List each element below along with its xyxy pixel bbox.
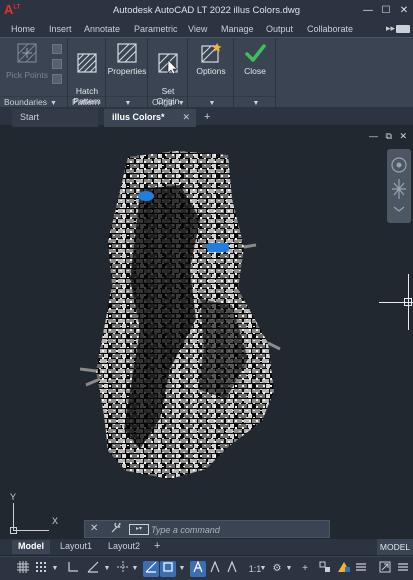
model-space-toggle[interactable]: MODEL xyxy=(377,539,413,555)
pick-points-button[interactable]: Pick Points xyxy=(4,42,50,80)
hatch-pattern-icon xyxy=(77,53,97,73)
status-bar: ▼ ▼ ▼ ▼ 1:1 ▼ ⚙ ▼ + xyxy=(0,556,413,580)
ucs-origin-icon xyxy=(10,527,17,534)
pick-points-icon xyxy=(17,43,37,63)
chevron-down-icon: ▼ xyxy=(50,100,57,107)
tab-annotate[interactable]: Annotate xyxy=(84,24,120,34)
isometric-drafting-icon[interactable] xyxy=(143,561,159,577)
new-drawing-button[interactable]: + xyxy=(204,111,210,123)
command-history-icon[interactable]: ▸▾ xyxy=(129,524,149,535)
close-tab-icon[interactable]: ✕ xyxy=(182,112,190,123)
origin-group: Set Origin Origin ▼ xyxy=(148,38,188,108)
set-origin-icon xyxy=(158,53,178,74)
chevron-down-icon[interactable]: ▼ xyxy=(102,561,112,577)
ribbon-panel: Pick Points Boundaries ▼ Hatch Pattern Pa… xyxy=(0,37,413,108)
chevron-down-icon: ▼ xyxy=(177,100,185,107)
polar-tracking-icon[interactable] xyxy=(86,561,100,577)
select-objects-icon[interactable] xyxy=(52,44,62,54)
grid-icon[interactable] xyxy=(16,561,30,577)
new-layout-button[interactable]: + xyxy=(154,540,160,552)
tab-parametric[interactable]: Parametric xyxy=(134,24,178,34)
ucs-x-label: X xyxy=(52,516,59,526)
chevron-down-icon[interactable]: ▼ xyxy=(284,561,294,577)
tab-view[interactable]: View xyxy=(188,24,207,34)
auto-scale-icon[interactable] xyxy=(208,560,222,577)
document-tab-bar: Start illus Colors* ✕ + xyxy=(0,107,413,127)
properties-icon xyxy=(117,43,137,63)
fullscreen-icon[interactable] xyxy=(378,561,392,577)
gear-icon[interactable]: ⚙ xyxy=(270,561,284,577)
remove-boundary-icon[interactable] xyxy=(52,59,62,69)
ucs-y-label: Y xyxy=(10,492,17,502)
command-line-close-icon[interactable]: ✕ xyxy=(90,523,98,534)
doc-tab-active-label: illus Colors* xyxy=(112,112,165,122)
crosshair-pickbox xyxy=(404,298,412,306)
layout-tab-model[interactable]: Model xyxy=(12,540,50,554)
layout-tab-layout2[interactable]: Layout2 xyxy=(102,540,146,554)
chevron-down-icon[interactable]: ▼ xyxy=(130,561,140,577)
recreate-boundary-icon[interactable] xyxy=(52,74,62,84)
doc-tab-start-label: Start xyxy=(20,112,40,122)
object-snap-icon[interactable] xyxy=(160,561,176,577)
chevron-down-icon[interactable]: ▼ xyxy=(50,561,60,577)
options-icon xyxy=(201,43,222,63)
close-group: Close ▼ xyxy=(234,38,276,108)
drawing-viewport[interactable]: — ⧉ ✕ Y X xyxy=(0,129,413,537)
boundaries-group: Pick Points Boundaries ▼ xyxy=(0,38,68,108)
tab-manage[interactable]: Manage xyxy=(221,24,254,34)
customization-icon[interactable] xyxy=(354,561,368,577)
command-input[interactable] xyxy=(151,523,321,536)
ucs-x-axis xyxy=(13,530,49,531)
tab-insert[interactable]: Insert xyxy=(49,24,72,34)
hardware-acceleration-icon[interactable] xyxy=(336,561,352,577)
pick-points-label: Pick Points xyxy=(5,70,49,80)
pattern-group: Hatch Pattern Pattern xyxy=(68,38,106,108)
checkmark-icon xyxy=(245,44,266,62)
hatched-drawing[interactable] xyxy=(0,129,413,537)
chevron-down-icon[interactable]: ▼ xyxy=(258,561,268,577)
command-line: ✕ ▸▾ xyxy=(84,520,330,538)
close-hatch-editor-button[interactable]: Close xyxy=(235,42,275,76)
boundaries-label: Boundaries xyxy=(4,97,48,107)
tab-output[interactable]: Output xyxy=(266,24,293,34)
properties-button[interactable]: Properties xyxy=(107,42,147,76)
window-title: Autodesk AutoCAD LT 2022 illus Colors.dw… xyxy=(112,5,301,16)
close-window-button[interactable]: ✕ xyxy=(395,0,413,22)
minimize-button[interactable]: — xyxy=(359,0,377,22)
menu-icon[interactable] xyxy=(396,561,410,577)
window-controls: — ☐ ✕ xyxy=(359,0,413,22)
annotation-visibility-icon[interactable] xyxy=(190,560,206,577)
chevron-down-icon: ▼ xyxy=(124,100,132,107)
maximize-button[interactable]: ☐ xyxy=(377,0,395,22)
doc-tab-start[interactable]: Start xyxy=(12,109,98,127)
plus-icon[interactable]: + xyxy=(298,561,312,577)
layout-tab-bar: Model Layout1 Layout2 + MODEL xyxy=(0,539,413,555)
ribbon-tab-bar: Home Insert Annotate Parametric View Man… xyxy=(0,22,413,37)
chevron-down-icon: ▼ xyxy=(208,100,216,107)
doc-tab-active[interactable]: illus Colors* ✕ xyxy=(104,109,196,127)
options-group: Options ▼ xyxy=(188,38,234,108)
chevron-down-icon: ▼ xyxy=(252,100,260,107)
pattern-label: Pattern xyxy=(72,97,100,107)
properties-label: Properties xyxy=(107,66,147,76)
more-tabs-button[interactable]: ▸▸ xyxy=(386,23,395,34)
options-label: Options xyxy=(196,66,226,76)
wrench-icon[interactable] xyxy=(111,521,121,536)
close-label: Close xyxy=(244,66,266,76)
annotation-scale-icon[interactable] xyxy=(225,560,239,577)
tab-home[interactable]: Home xyxy=(11,24,35,34)
options-button[interactable]: Options xyxy=(191,42,231,76)
layout-tab-layout1[interactable]: Layout1 xyxy=(54,540,98,554)
origin-label: Origin xyxy=(152,97,175,107)
ribbon-options-dropdown[interactable] xyxy=(396,25,410,33)
isolate-objects-icon[interactable] xyxy=(318,561,332,577)
object-snap-tracking-icon[interactable] xyxy=(116,561,130,577)
snap-icon[interactable] xyxy=(34,561,48,577)
properties-group: Properties ▼ xyxy=(106,38,148,108)
chevron-down-icon[interactable]: ▼ xyxy=(177,561,187,577)
title-bar: ALT Autodesk AutoCAD LT 2022 illus Color… xyxy=(0,0,413,22)
tab-collaborate[interactable]: Collaborate xyxy=(307,24,353,34)
ortho-icon[interactable] xyxy=(66,561,80,577)
